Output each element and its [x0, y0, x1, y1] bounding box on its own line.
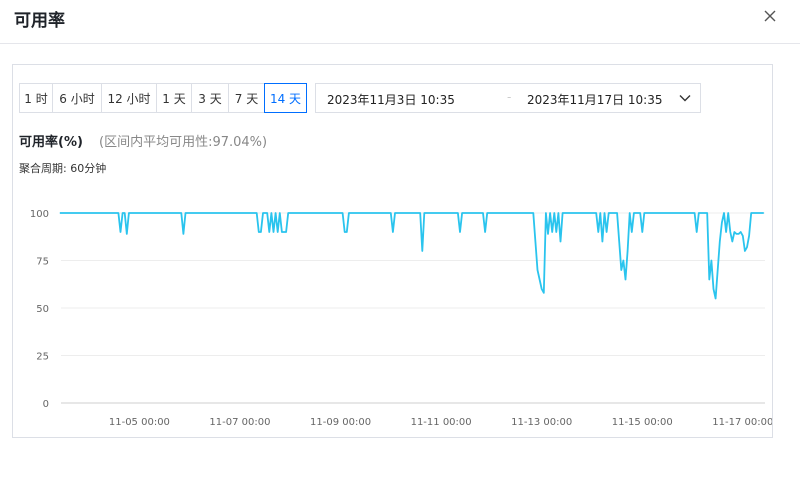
series-line	[59, 212, 764, 300]
aggregation-period: 聚合周期: 60分钟	[19, 162, 107, 175]
range-button-14d[interactable]: 14 天	[264, 83, 307, 113]
range-button-7d[interactable]: 7 天	[228, 83, 265, 113]
chevron-down-icon[interactable]	[678, 91, 692, 105]
range-button-3d[interactable]: 3 天	[191, 83, 229, 113]
date-end: 2023年11月17日 10:35	[527, 93, 663, 107]
y-tick-label: 25	[36, 352, 49, 363]
range-button-1h[interactable]: 1 时	[19, 83, 53, 113]
y-tick-label: 75	[36, 257, 49, 268]
y-tick-label: 0	[43, 399, 49, 410]
availability-line-chart: 0 25 50 75 100 11-05 00:00 11-07 00:00 11-09 0…	[30, 209, 772, 428]
x-tick-label: 11-11 00:00	[411, 417, 472, 428]
x-tick-label: 11-09 00:00	[310, 417, 371, 428]
x-tick-label: 11-17 00:00	[712, 417, 772, 428]
dialog-header: 可用率	[0, 0, 800, 44]
dialog-title: 可用率	[14, 11, 65, 31]
x-tick-label: 11-05 00:00	[109, 417, 170, 428]
range-button-6h[interactable]: 6 小时	[52, 83, 102, 113]
x-axis-ticks: 11-05 00:00 11-07 00:00 11-09 00:00 11-11 0…	[109, 417, 772, 428]
series-layer	[59, 212, 764, 300]
x-tick-label: 11-07 00:00	[209, 417, 270, 428]
metric-title: 可用率(%)	[19, 135, 83, 150]
date-range-picker[interactable]: 2023年11月3日 10:35 - 2023年11月17日 10:35	[315, 83, 701, 113]
date-start: 2023年11月3日 10:35	[327, 93, 455, 107]
metric-average: (区间内平均可用性:97.04%)	[99, 135, 268, 150]
x-tick-label: 11-13 00:00	[511, 417, 572, 428]
availability-panel: 1 时 6 小时 12 小时 1 天 3 天 7 天 14 天 2023年11月…	[12, 64, 773, 438]
y-tick-label: 100	[30, 209, 49, 220]
time-range-selector: 1 时 6 小时 12 小时 1 天 3 天 7 天 14 天	[19, 83, 307, 113]
date-separator: -	[507, 90, 512, 104]
x-tick-label: 11-15 00:00	[612, 417, 673, 428]
y-tick-label: 50	[36, 304, 49, 315]
close-icon[interactable]	[760, 6, 780, 26]
range-button-1d[interactable]: 1 天	[156, 83, 192, 113]
chart-grid	[61, 212, 765, 404]
range-button-12h[interactable]: 12 小时	[101, 83, 157, 113]
y-axis-ticks: 0 25 50 75 100	[30, 209, 49, 410]
